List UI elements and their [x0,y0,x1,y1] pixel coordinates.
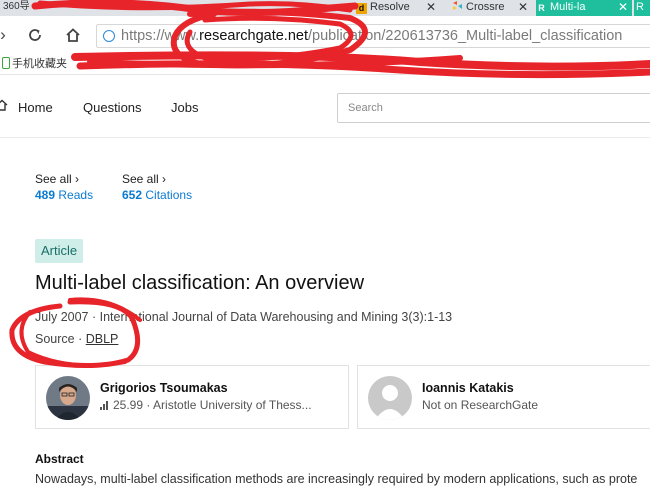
citations-count: 652 [122,188,143,202]
author-affiliation: · Aristotle University of Thess... [146,398,312,412]
source-prefix: Source · [35,332,86,346]
house-icon [0,99,8,111]
browser-tab-bar: 360导 d Resolve ✕ Crossre ✕ R Multi-la ✕ R [0,0,650,16]
rg-score-icon [100,401,110,410]
close-tab-icon[interactable]: ✕ [426,0,436,14]
see-all-reads-link[interactable]: See all › [35,171,93,187]
author-name[interactable]: Grigorios Tsoumakas [100,381,228,395]
tab-label: Resolve [370,1,410,13]
author-card[interactable]: Grigorios Tsoumakas 25.99 · Aristotle Un… [35,365,349,429]
home-icon[interactable] [62,24,84,46]
tab-resolve[interactable]: d Resolve ✕ [356,0,440,16]
citations-label: Citations [145,188,193,202]
reads-stat[interactable]: See all › 489 Reads [35,171,93,203]
article-title: Multi-label classification: An overview [35,272,365,294]
see-all-citations-link[interactable]: See all › [122,171,192,187]
citations-stat[interactable]: See all › 652 Citations [122,171,192,203]
secure-globe-icon [103,30,115,42]
tab-label: Crossre [466,1,505,13]
reload-icon[interactable] [24,24,46,46]
tab-crossref[interactable]: Crossre ✕ [452,0,532,16]
url-path: /publication/220613736_Multi-label_class… [308,28,623,44]
default-avatar-icon [368,376,412,420]
crossref-favicon-icon [452,0,463,11]
search-input[interactable]: Search [337,93,650,123]
forward-icon[interactable]: › [0,24,14,46]
bookmarks-bar: 手机收藏夹 [0,53,650,75]
author-name[interactable]: Ioannis Katakis [422,381,514,395]
browser-logo-label: 360导 [3,1,30,12]
phone-icon [2,57,10,69]
abstract-heading: Abstract [35,452,84,466]
author-avatar[interactable] [46,376,90,420]
author-status: Not on ResearchGate [422,398,539,412]
reads-count: 489 [35,188,56,202]
abstract-text: Nowadays, multi-label classification met… [35,472,638,486]
article-source: Source · DBLP [35,332,118,346]
author-card[interactable]: Ioannis Katakis Not on ResearchGate [357,365,650,429]
site-header: Home Questions Jobs Search [0,76,650,138]
rg-favicon-icon: R [538,3,545,13]
tab-label: Multi-la [550,1,586,13]
tab-researchgate-2[interactable]: R [634,0,650,16]
browser-logo-tab[interactable]: 360导 [0,0,33,16]
bookmark-mobile-favorites[interactable]: 手机收藏夹 [2,57,67,71]
tab-researchgate-active[interactable]: R Multi-la ✕ [536,0,632,16]
nav-home[interactable]: Home [18,100,53,115]
tab-label: R [636,1,644,13]
article-type-badge: Article [35,239,84,263]
url-scheme: https://www. [121,28,200,44]
bookmark-label: 手机收藏夹 [12,58,67,70]
d-favicon-icon: d [356,3,367,14]
close-tab-icon[interactable]: ✕ [518,0,528,14]
article-meta: July 2007 · International Journal of Dat… [35,310,453,324]
nav-jobs[interactable]: Jobs [171,100,198,115]
rg-score: 25.99 [113,398,144,412]
close-tab-icon[interactable]: ✕ [618,0,628,14]
source-dblp-link[interactable]: DBLP [86,332,119,346]
reads-label: Reads [58,188,94,202]
address-bar[interactable]: https://www.researchgate.net/publication… [96,24,650,48]
author-details: 25.99 · Aristotle University of Thess... [100,398,312,412]
url-host: researchgate.net [199,28,308,44]
nav-questions[interactable]: Questions [83,100,142,115]
browser-toolbar: › https://www.researchgate.net/publicati… [0,16,650,53]
